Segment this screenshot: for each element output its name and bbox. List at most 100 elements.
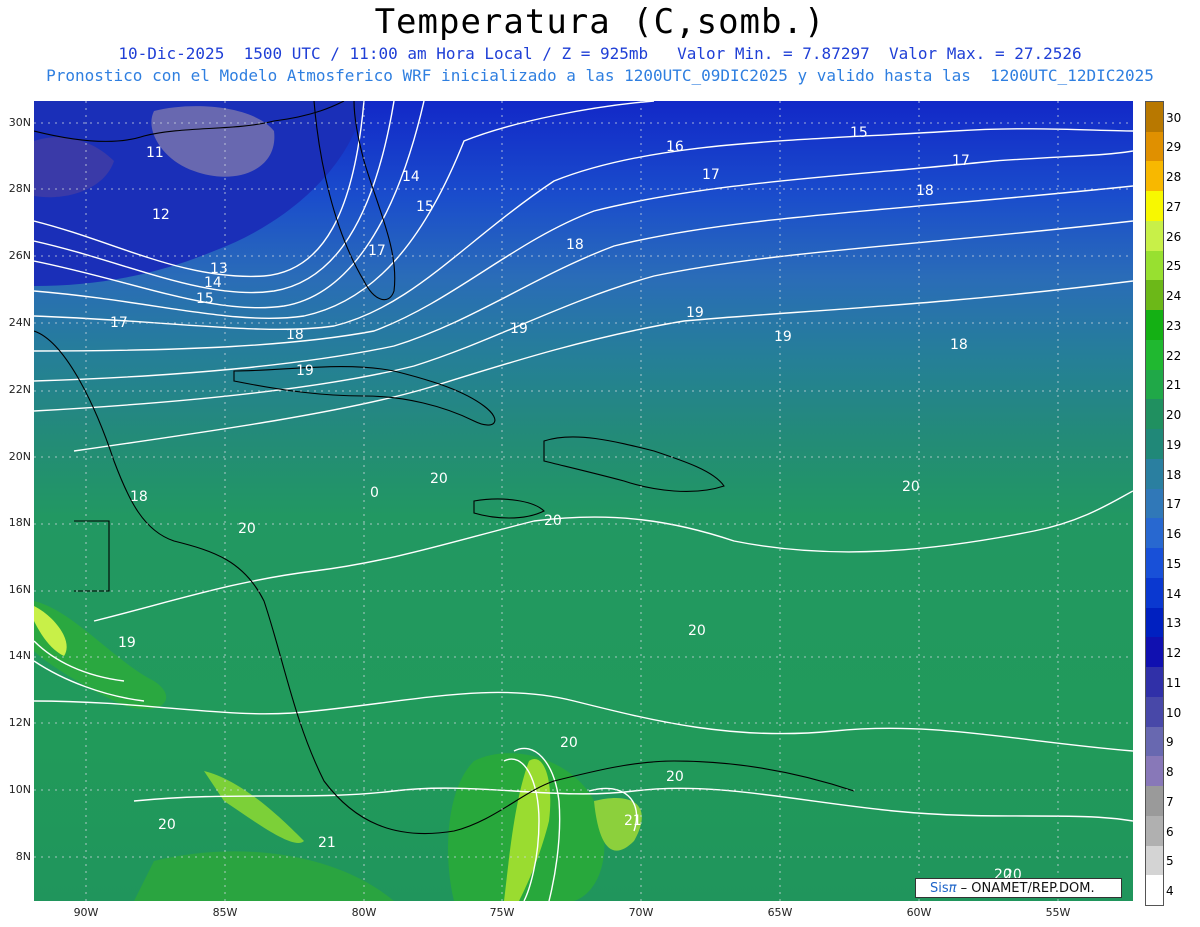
contour-label: 21 bbox=[624, 813, 642, 829]
colorbar-label: 11 bbox=[1166, 675, 1182, 690]
lat-tick: 16N bbox=[8, 583, 31, 596]
lat-tick: 20N bbox=[8, 450, 31, 463]
colorbar-segment bbox=[1146, 845, 1163, 876]
colorbar-label: 21 bbox=[1166, 378, 1182, 393]
lon-tick: 60W bbox=[906, 906, 932, 919]
colorbar-label: 18 bbox=[1166, 467, 1182, 482]
colorbar-label: 14 bbox=[1166, 586, 1182, 601]
temperature-map: 11 12 13 14 15 17 14 15 16 17 15 17 18 1… bbox=[34, 101, 1133, 901]
contour-label: 0 bbox=[370, 485, 379, 501]
contour-label: 18 bbox=[950, 337, 968, 353]
lat-tick: 24N bbox=[8, 316, 31, 329]
colorbar-label: 4 bbox=[1166, 884, 1174, 898]
colorbar-segment bbox=[1146, 726, 1163, 757]
colorbar-label: 30 bbox=[1166, 110, 1182, 125]
contour-label: 19 bbox=[296, 363, 314, 379]
colorbar-segment bbox=[1146, 815, 1163, 846]
colorbar-label: 8 bbox=[1166, 765, 1174, 780]
credit-box: Sisπ – ONAMET/REP.DOM. bbox=[915, 878, 1122, 898]
colorbar-segment bbox=[1146, 339, 1163, 371]
colorbar-segment bbox=[1146, 548, 1163, 579]
lon-tick: 85W bbox=[212, 906, 238, 919]
contour-label: 18 bbox=[286, 327, 304, 343]
credit-pi: π bbox=[948, 881, 957, 896]
colorbar-label: 26 bbox=[1166, 229, 1182, 244]
colorbar-segment bbox=[1146, 667, 1163, 698]
contour-label: 17 bbox=[110, 315, 128, 331]
colorbar-segment bbox=[1146, 102, 1163, 133]
colorbar-label: 28 bbox=[1166, 170, 1182, 185]
colorbar-label: 13 bbox=[1166, 616, 1182, 631]
colorbar-segment bbox=[1146, 250, 1163, 281]
lon-tick: 65W bbox=[767, 906, 793, 919]
colorbar-label: 6 bbox=[1166, 824, 1174, 839]
lat-tick: 22N bbox=[8, 383, 31, 396]
credit-text: – ONAMET/REP.DOM. bbox=[960, 881, 1095, 896]
colorbar-label: 17 bbox=[1166, 497, 1182, 512]
lat-tick: 10N bbox=[8, 783, 31, 796]
map-title: Temperatura (C,somb.) bbox=[374, 2, 826, 42]
colorbar-label: 29 bbox=[1166, 140, 1182, 155]
colorbar-segment bbox=[1146, 488, 1163, 519]
colorbar-segment bbox=[1146, 458, 1163, 490]
colorbar-label: 5 bbox=[1166, 854, 1174, 869]
colorbar-segment bbox=[1146, 518, 1163, 549]
contour-label: 14 bbox=[204, 275, 222, 291]
colorbar-label: 22 bbox=[1166, 348, 1182, 363]
colorbar-label: 15 bbox=[1166, 556, 1182, 571]
lon-tick: 75W bbox=[489, 906, 515, 919]
colorbar-label: 23 bbox=[1166, 318, 1182, 333]
contour-label: 11 bbox=[146, 145, 164, 161]
colorbar-segment bbox=[1146, 399, 1163, 430]
contour-label: 20 bbox=[430, 471, 448, 487]
colorbar-segment bbox=[1146, 369, 1163, 400]
lat-tick: 26N bbox=[8, 249, 31, 262]
colorbar-segment bbox=[1146, 875, 1163, 906]
contour-label: 18 bbox=[916, 183, 934, 199]
colorbar-label: 16 bbox=[1166, 527, 1182, 542]
colorbar-label: 27 bbox=[1166, 199, 1182, 214]
lon-tick: 70W bbox=[628, 906, 654, 919]
contour-label: 20 bbox=[902, 479, 920, 495]
contour-label: 20 bbox=[158, 817, 176, 833]
colorbar-segment bbox=[1146, 637, 1163, 668]
colorbar-label: 7 bbox=[1166, 794, 1174, 809]
contour-label: 20 bbox=[560, 735, 578, 751]
model-info-line: Pronostico con el Modelo Atmosferico WRF… bbox=[46, 66, 1154, 85]
lat-tick: 8N bbox=[15, 850, 31, 863]
contour-label: 14 bbox=[402, 169, 420, 185]
colorbar-segment bbox=[1146, 220, 1163, 252]
colorbar-segment bbox=[1146, 161, 1163, 192]
colorbar-segment bbox=[1146, 786, 1163, 817]
colorbar-label: 19 bbox=[1166, 437, 1182, 452]
contour-label: 19 bbox=[774, 329, 792, 345]
colorbar-segment bbox=[1146, 310, 1163, 341]
contour-label: 21 bbox=[318, 835, 336, 851]
colorbar-label: 24 bbox=[1166, 289, 1182, 304]
lat-tick: 12N bbox=[8, 716, 31, 729]
contour-label: 18 bbox=[130, 489, 148, 505]
colorbar-segment bbox=[1146, 696, 1163, 728]
contour-label: 15 bbox=[196, 291, 214, 307]
lat-tick: 14N bbox=[8, 649, 31, 662]
lat-tick: 30N bbox=[8, 116, 31, 129]
contour-label: 20 bbox=[688, 623, 706, 639]
contour-label: 17 bbox=[702, 167, 720, 183]
contour-label: 20 bbox=[238, 521, 256, 537]
colorbar-segment bbox=[1146, 131, 1163, 162]
contour-label: 15 bbox=[416, 199, 434, 215]
contour-label: 15 bbox=[850, 125, 868, 141]
colorbar bbox=[1145, 101, 1164, 906]
credit-sis: Sis bbox=[930, 881, 949, 896]
contour-label: 16 bbox=[666, 139, 684, 155]
contour-label: 18 bbox=[566, 237, 584, 253]
contour-label: 19 bbox=[686, 305, 704, 321]
colorbar-label: 10 bbox=[1166, 705, 1182, 720]
lon-tick: 90W bbox=[73, 906, 99, 919]
contour-label: 20 bbox=[666, 769, 684, 785]
lon-tick: 55W bbox=[1045, 906, 1071, 919]
colorbar-segment bbox=[1146, 429, 1163, 460]
colorbar-segment bbox=[1146, 280, 1163, 311]
colorbar-label: 25 bbox=[1166, 259, 1182, 274]
colorbar-label: 9 bbox=[1166, 735, 1174, 750]
